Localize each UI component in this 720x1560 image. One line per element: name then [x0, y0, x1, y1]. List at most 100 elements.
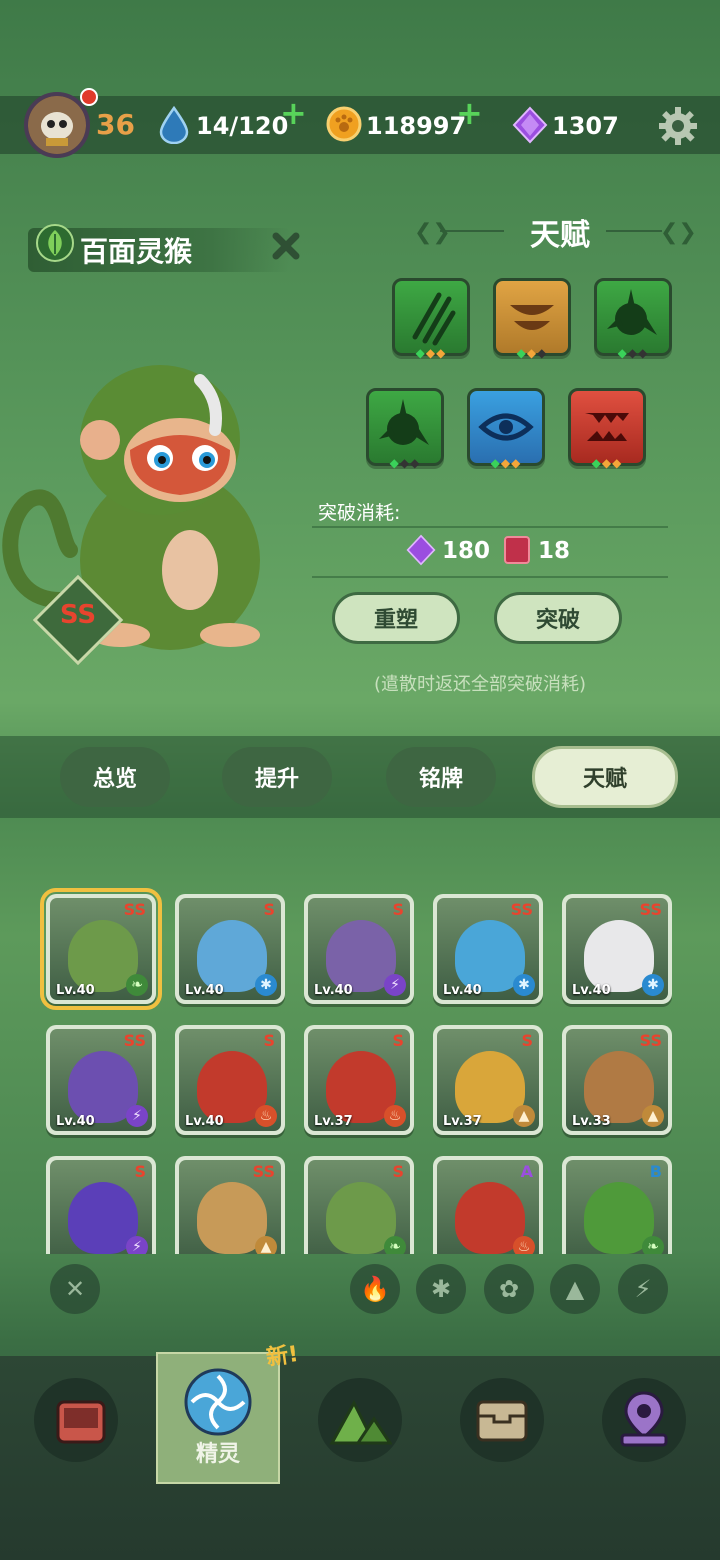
ornament-right-icon: ❮❯	[660, 220, 697, 245]
nav-console-icon[interactable]	[34, 1378, 118, 1462]
fire-element-icon: ♨	[255, 1105, 277, 1127]
pet-card-level: Lv.37	[314, 1114, 353, 1129]
fire-element-icon: ♨	[513, 1236, 535, 1254]
bolt-element-icon: ⚡	[384, 974, 406, 996]
earth-filter-icon[interactable]: ▲	[550, 1264, 600, 1314]
pet-card[interactable]: SS Lv.40 ❧	[40, 888, 162, 1010]
pet-card[interactable]: S Lv.40 ✱	[175, 894, 285, 1004]
talent-spike-icon-2[interactable]	[366, 388, 444, 466]
pet-card[interactable]: S Lv.37 ▲	[433, 1025, 543, 1135]
pet-card[interactable]: A ♨	[433, 1156, 543, 1254]
talent-stars: ◆◆◆	[490, 456, 522, 470]
pet-card[interactable]: S ❧	[304, 1156, 414, 1254]
new-badge: 新!	[264, 1341, 300, 1372]
pet-card-level: Lv.40	[443, 983, 482, 998]
nav-pets-label: 精灵	[195, 1442, 240, 1467]
earth-element-icon: ▲	[642, 1105, 664, 1127]
paw-coin-icon	[326, 106, 362, 146]
pet-card[interactable]: S Lv.37 ♨	[304, 1025, 414, 1135]
pet-card-grade: S	[263, 1031, 275, 1050]
talent-bowl-icon[interactable]	[493, 278, 571, 356]
release-hint: (遣散时返还全部突破消耗)	[373, 674, 587, 695]
cost-books: 18	[538, 538, 571, 564]
cost-divider	[312, 576, 668, 578]
pet-card[interactable]: SS ▲	[175, 1156, 285, 1254]
pet-card[interactable]: B ❧	[562, 1156, 672, 1254]
ice-element-icon: ✱	[642, 974, 664, 996]
talent-stars: ◆◆◆	[516, 346, 548, 360]
nav-chest-icon[interactable]	[460, 1378, 544, 1462]
pet-card-level: Lv.33	[572, 1114, 611, 1129]
leaf-element-icon	[36, 224, 74, 262]
tab-talent[interactable]: 天赋	[532, 746, 678, 808]
nav-mountain-icon[interactable]	[318, 1378, 402, 1462]
player-avatar[interactable]	[24, 92, 90, 158]
gems-value: 1307	[552, 112, 619, 140]
pet-card-grade: S	[263, 900, 275, 919]
leaf-element-icon: ❧	[126, 974, 148, 996]
ornament-left-icon: ❮❯	[414, 220, 451, 245]
tab-overview[interactable]: 总览	[60, 747, 170, 807]
pet-card-level: Lv.40	[314, 983, 353, 998]
pet-card-level: Lv.40	[56, 983, 95, 998]
fire-filter-icon[interactable]: 🔥	[350, 1264, 400, 1314]
earth-element-icon: ▲	[255, 1236, 277, 1254]
bolt-filter-icon[interactable]: ⚡	[618, 1264, 668, 1314]
purple-gem-icon	[406, 534, 436, 570]
gear-icon[interactable]	[656, 104, 700, 152]
clear-filter-button[interactable]: ✕	[50, 1264, 100, 1314]
bolt-element-icon: ⚡	[126, 1236, 148, 1254]
water-drop-icon	[158, 105, 190, 148]
title-divider-right	[606, 230, 662, 232]
talent-stars: ◆◆◆	[617, 346, 649, 360]
pet-card[interactable]: SS Lv.40 ✱	[433, 894, 543, 1004]
pet-card-level: Lv.40	[185, 1114, 224, 1129]
notification-dot	[80, 88, 98, 106]
pet-card[interactable]: SS Lv.40 ⚡	[46, 1025, 156, 1135]
cost-label: 突破消耗:	[318, 502, 401, 524]
purple-gem-icon	[512, 106, 548, 148]
pet-card[interactable]: SS Lv.40 ✱	[562, 894, 672, 1004]
pet-card-grade: SS	[639, 1031, 662, 1050]
earth-element-icon: ▲	[513, 1105, 535, 1127]
tab-nameplate[interactable]: 铭牌	[386, 747, 496, 807]
pet-card-grade: B	[649, 1162, 662, 1181]
cost-gems: 180	[442, 538, 491, 564]
leaf-element-icon: ❧	[642, 1236, 664, 1254]
talent-stars: ◆◆◆	[415, 346, 447, 360]
pet-card-level: Lv.40	[572, 983, 611, 998]
tab-upgrade[interactable]: 提升	[222, 747, 332, 807]
close-icon[interactable]	[270, 230, 302, 266]
pet-card[interactable]: S ⚡	[46, 1156, 156, 1254]
pet-card[interactable]: SS Lv.33 ▲	[562, 1025, 672, 1135]
talent-claw-icon[interactable]	[392, 278, 470, 356]
talent-eye-icon[interactable]	[467, 388, 545, 466]
pet-card-grade: SS	[252, 1162, 275, 1181]
pet-card-grade: S	[392, 900, 404, 919]
ice-element-icon: ✱	[513, 974, 535, 996]
nav-map-pin-icon[interactable]	[602, 1378, 686, 1462]
pet-card-level: Lv.37	[443, 1114, 482, 1129]
add-coins-button[interactable]: +	[456, 94, 483, 132]
nav-pets-icon[interactable]	[182, 1366, 254, 1442]
pet-card-grade: SS	[123, 900, 146, 919]
reforge-button[interactable]: 重塑	[332, 592, 460, 644]
pet-card-grade: S	[392, 1162, 404, 1181]
talent-spike-icon[interactable]	[594, 278, 672, 356]
pet-card-level: Lv.40	[185, 983, 224, 998]
add-energy-button[interactable]: +	[280, 94, 307, 132]
leaf-filter-icon[interactable]: ✿	[484, 1264, 534, 1314]
pet-card[interactable]: S Lv.40 ♨	[175, 1025, 285, 1135]
pet-card-grade: A	[520, 1162, 533, 1181]
ice-filter-icon[interactable]: ✱	[416, 1264, 466, 1314]
talent-fang-icon[interactable]	[568, 388, 646, 466]
pet-card-grade: S	[521, 1031, 533, 1050]
breakthrough-button[interactable]: 突破	[494, 592, 622, 644]
leaf-element-icon: ❧	[384, 1236, 406, 1254]
talent-stars: ◆◆◆	[591, 456, 623, 470]
pet-card[interactable]: S Lv.40 ⚡	[304, 894, 414, 1004]
pet-card-grade: SS	[639, 900, 662, 919]
talent-title: 天赋	[530, 218, 590, 253]
ice-element-icon: ✱	[255, 974, 277, 996]
pet-grade: SS	[59, 600, 97, 630]
